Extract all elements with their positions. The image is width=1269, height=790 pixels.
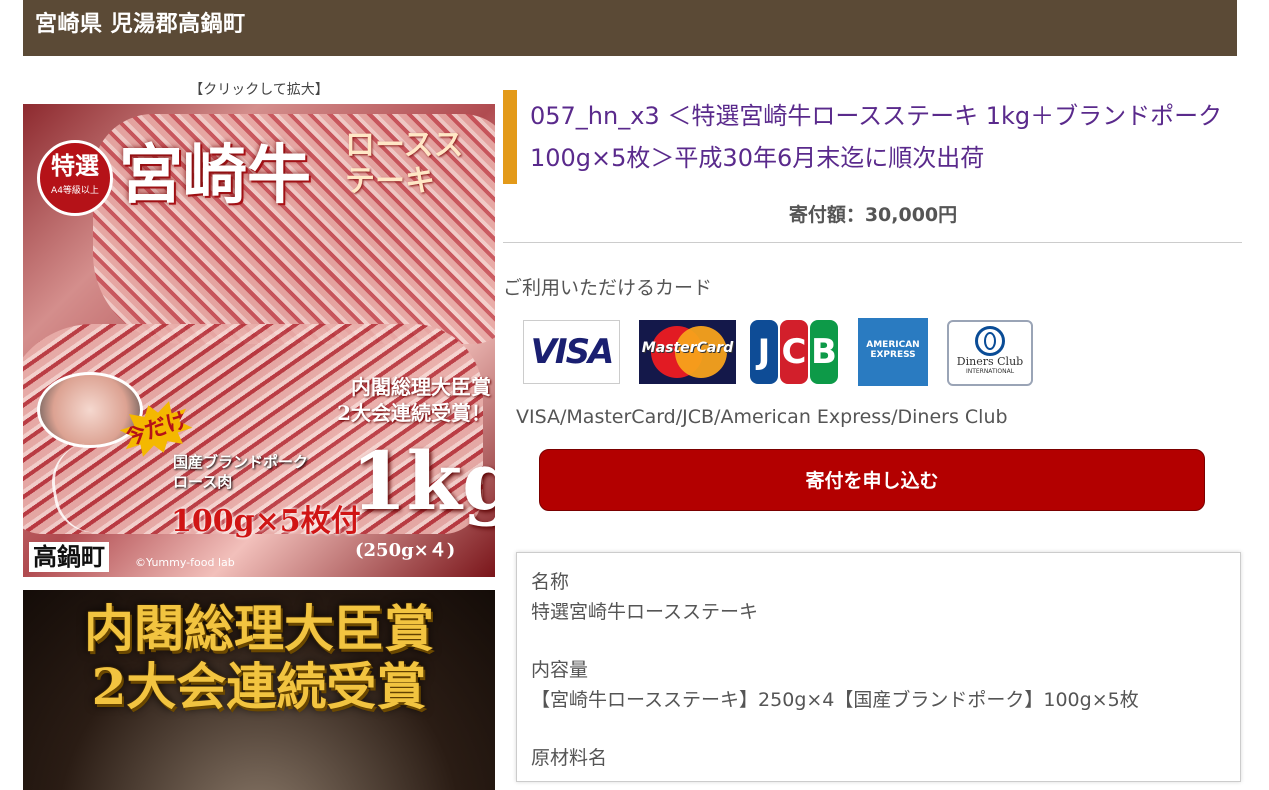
- detail-item: 原材料名: [531, 743, 1226, 773]
- accepted-cards-list: VISA/MasterCard/JCB/American Express/Din…: [516, 406, 1008, 428]
- badge-main-text: 特選: [51, 151, 99, 180]
- award-text: 内閣総理大臣賞 2大会連続受賞！: [291, 374, 491, 426]
- visa-logo: VISA: [523, 320, 620, 384]
- apply-donation-button[interactable]: 寄付を申し込む: [539, 449, 1205, 511]
- detail-value-contents: 【宮崎牛ロースステーキ】250g×4【国産ブランドポーク】100g×5枚: [531, 689, 1139, 711]
- award-banner-line-1: 内閣総理大臣賞: [84, 599, 434, 658]
- amex-logo: AMERICAN EXPRESS: [858, 318, 928, 386]
- detail-value-name: 特選宮崎牛ロースステーキ: [531, 601, 759, 623]
- weight-detail: (250g×４): [355, 540, 456, 561]
- detail-item: 名称 特選宮崎牛ロースステーキ: [531, 567, 1226, 627]
- pork-image: [37, 372, 143, 448]
- mastercard-logo: MasterCard: [639, 320, 736, 384]
- detail-label-ingredients: 原材料名: [531, 747, 608, 769]
- diners-logo: Diners Club INTERNATIONAL: [947, 320, 1033, 386]
- site-header: 宮崎県 児湯郡高鍋町: [23, 0, 1237, 56]
- pork-quantity: 100g×5枚付: [171, 504, 361, 539]
- award-banner-line-2: 2大会連続受賞: [91, 657, 427, 716]
- brand-title: 宮崎牛: [119, 138, 311, 213]
- zoom-caption: 【クリックして拡大】: [189, 82, 329, 98]
- cut-name: ロースステーキ: [345, 128, 464, 199]
- divider: [503, 242, 1242, 243]
- detail-label-contents: 内容量: [531, 659, 589, 681]
- jcb-letter-c: C: [780, 320, 808, 384]
- tokusen-badge: 特選 A4等級以上: [37, 140, 113, 216]
- diners-inner-icon: [984, 332, 996, 350]
- product-gallery: 【クリックして拡大】 特選 A4等級以上 宮崎牛 ロースステーキ 内閣総理大臣賞…: [23, 78, 495, 790]
- award-banner: 内閣総理大臣賞 2大会連続受賞: [23, 600, 495, 716]
- award-line-1: 内閣総理大臣賞: [351, 375, 491, 399]
- pork-line-1: 国産ブランドポーク: [173, 453, 309, 471]
- product-title: 057_hn_x3 ＜特選宮崎牛ロースステーキ 1kg＋ブランドポーク100g×…: [530, 102, 1223, 172]
- town-label: 高鍋町: [29, 542, 109, 572]
- diners-circle-icon: [975, 326, 1005, 356]
- image-copyright: ©Yummy-food lab: [135, 556, 235, 569]
- donation-amount: 寄付額：30,000円: [788, 204, 958, 226]
- product-details-box: 名称 特選宮崎牛ロースステーキ 内容量 【宮崎牛ロースステーキ】250g×4【国…: [516, 552, 1241, 782]
- jcb-logo: J C B: [750, 320, 838, 384]
- cards-heading: ご利用いただけるカード: [503, 277, 713, 299]
- award-line-2: 2大会連続受賞！: [337, 401, 491, 425]
- region-title[interactable]: 宮崎県 児湯郡高鍋町: [35, 6, 246, 38]
- pork-line-2: ロース肉: [173, 473, 233, 491]
- secondary-product-image[interactable]: 内閣総理大臣賞 2大会連続受賞: [23, 590, 495, 790]
- pork-name: 国産ブランドポーク ロース肉: [173, 452, 308, 492]
- diners-text: Diners Club: [956, 355, 1024, 368]
- main-product-image[interactable]: 特選 A4等級以上 宮崎牛 ロースステーキ 内閣総理大臣賞 2大会連続受賞！ 今…: [23, 104, 495, 577]
- detail-item: 内容量 【宮崎牛ロースステーキ】250g×4【国産ブランドポーク】100g×5枚: [531, 655, 1226, 715]
- jcb-letter-b: B: [810, 320, 838, 384]
- weight-label: 1kg: [351, 434, 495, 528]
- mastercard-text: MasterCard: [641, 340, 734, 356]
- badge-sub-text: A4等級以上: [51, 186, 99, 196]
- title-accent-bar: [503, 90, 517, 184]
- diners-sub-text: INTERNATIONAL: [965, 368, 1015, 375]
- jcb-letter-j: J: [750, 320, 778, 384]
- detail-label-name: 名称: [531, 571, 570, 593]
